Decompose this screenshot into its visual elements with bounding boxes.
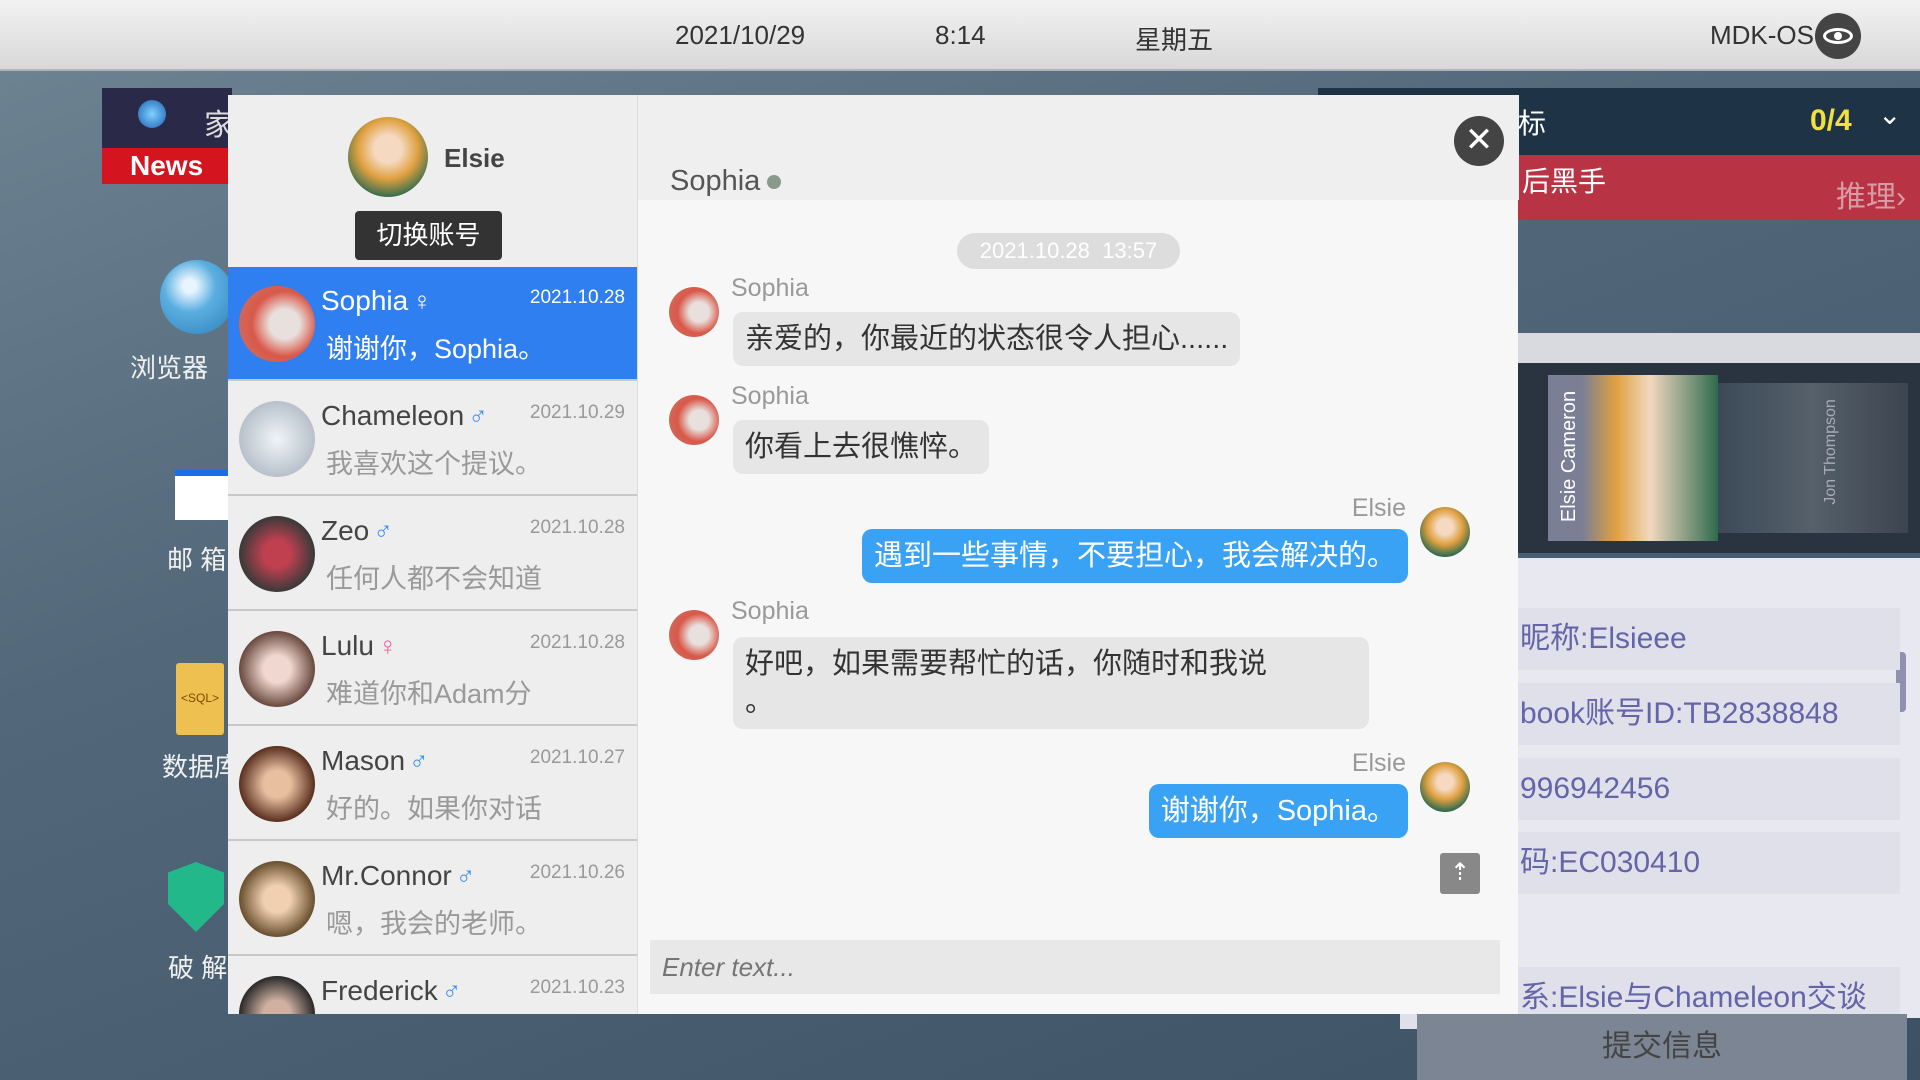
contact-item[interactable]: Chameleon ♂ 2021.10.29 我喜欢这个提议。 [228, 382, 637, 496]
contact-name: Chameleon [321, 400, 465, 431]
contact-preview: 好的。如果你对话 [326, 794, 542, 824]
contact-avatar [239, 286, 315, 362]
chevron-down-icon[interactable]: ⌄ [1878, 98, 1901, 131]
contact-date: 2021.10.26 [529, 862, 625, 883]
male-icon: ♂ [455, 861, 476, 891]
contact-preview: 任何人都不会知道 [326, 564, 542, 594]
contact-date: 2021.10.28 [529, 517, 625, 538]
task-panel: 标 0/4 ⌄ 后黑手 推理› Elsie Cameron Jon Thomps… [1318, 88, 1920, 1080]
contact-name: Mason [321, 745, 406, 776]
male-icon: ♂ [468, 401, 488, 431]
weekday: 星期五 [1135, 25, 1214, 55]
desktop-icon-crack[interactable]: 破 解 [168, 862, 227, 985]
message-input[interactable] [650, 940, 1500, 994]
status-bar: 2021/10/29 8:14 星期五 MDK-OS [0, 0, 1920, 71]
chat-title: Sophia [670, 165, 761, 197]
message-bubble: 你看上去很憔悴。 [733, 420, 990, 474]
online-status-dot [767, 175, 781, 189]
account-avatar [348, 117, 428, 197]
globe-icon [160, 260, 234, 334]
news-widget[interactable]: 家 News [102, 88, 234, 184]
message-bubble: 好吧，如果需要帮忙的话，你随时和我说 。 [733, 637, 1369, 729]
contact-item[interactable]: Lulu ♀ 2021.10.28 难道你和Adam分 [228, 612, 637, 726]
contact-avatar [239, 976, 315, 1014]
male-icon: ♂ [373, 516, 393, 546]
contact-name: Frederick [321, 975, 438, 1006]
contact-item[interactable]: Mr.Connor ♂ 2021.10.26 嗯，我会的老师。 [228, 842, 637, 956]
my-avatar [1420, 762, 1470, 812]
sender-avatar [669, 287, 719, 337]
contact-date: 2021.10.23 [529, 977, 625, 998]
chat-panel: Sophia ✕ 2021.10.28 13:57 Sophia 亲爱的，你最近的… [637, 95, 1519, 1014]
globe-icon [138, 100, 166, 128]
contact-preview: 我喜欢这个提议。 [326, 449, 542, 479]
desktop-icon-browser[interactable]: 浏览器 [130, 260, 234, 385]
sender-name: Sophia [731, 597, 809, 625]
contact-name: Zeo [321, 515, 370, 546]
contact-date: 2021.10.28 [529, 287, 625, 308]
message-bubble: 亲爱的，你最近的状态很令人担心...... [733, 312, 1241, 366]
switch-account-button[interactable]: 切换账号 [355, 211, 502, 260]
news-label: News [102, 148, 232, 184]
contact-item[interactable]: Mason ♂ 2021.10.27 好的。如果你对话 [228, 727, 637, 841]
progress-count: 0/4 [1810, 104, 1852, 137]
female-icon: ♀ [377, 631, 398, 661]
shield-key-icon [168, 862, 224, 932]
arrow-up-icon: ⇡ [1449, 859, 1471, 886]
account-name: Elsie [444, 143, 505, 173]
contact-avatar [239, 401, 315, 477]
close-button[interactable]: ✕ [1454, 116, 1504, 166]
message-bubble: 遇到一些事情，不要担心，我会解决的。 [861, 529, 1408, 583]
time: 8:14 [935, 20, 986, 50]
female-icon: ♀ [412, 286, 432, 316]
scroll-to-top-button[interactable]: ⇡ [1440, 853, 1480, 894]
sender-name: Sophia [731, 274, 809, 302]
timestamp-pill: 2021.10.28 13:57 [957, 233, 1180, 269]
sender-name: Elsie [1351, 494, 1406, 522]
contact-avatar [239, 861, 315, 937]
contact-preview: 难道你和Adam分 [326, 679, 532, 709]
male-icon: ♂ [409, 746, 429, 776]
portrait-strip[interactable]: Elsie Cameron Jon Thompson [1518, 363, 1920, 553]
contact-name: Mr.Connor [321, 860, 452, 891]
contact-avatar [239, 631, 315, 707]
male-icon: ♂ [441, 976, 462, 1006]
contact-date: 2021.10.28 [529, 632, 625, 653]
close-icon: ✕ [1464, 121, 1494, 159]
contact-name: Lulu [321, 630, 374, 661]
sql-file-icon: <SQL> [176, 663, 224, 735]
eye-icon [1815, 13, 1861, 59]
message-bubble: 谢谢你，Sophia。 [1148, 784, 1408, 838]
sender-avatar [669, 610, 719, 660]
contacts-panel: Elsie 切换账号 Sophia ♀ 2021.10.28 谢谢你，Sophia… [228, 95, 637, 1014]
reason-button[interactable]: 推理› [1836, 172, 1906, 216]
contact-date: 2021.10.27 [529, 747, 625, 768]
contact-preview: 谢谢你，Sophia。 [326, 334, 546, 364]
contact-item[interactable]: Frederick ♂ 2021.10.23 [228, 957, 637, 1014]
date: 2021/10/29 [675, 20, 806, 50]
contact-item[interactable]: Sophia ♀ 2021.10.28 谢谢你，Sophia。 [228, 267, 637, 381]
contact-name: Sophia [321, 285, 409, 316]
my-avatar [1420, 507, 1470, 557]
sender-avatar [669, 395, 719, 445]
contact-date: 2021.10.29 [529, 402, 625, 423]
portrait-card[interactable]: Elsie Cameron [1548, 375, 1718, 541]
contact-item[interactable]: Zeo ♂ 2021.10.28 任何人都不会知道 [228, 497, 637, 611]
contact-avatar [239, 516, 315, 592]
contact-preview: 嗯，我会的老师。 [326, 909, 542, 939]
submit-button[interactable]: 提交信息 [1417, 1014, 1907, 1080]
contact-avatar [239, 746, 315, 822]
sender-name: Elsie [1351, 749, 1406, 777]
os-name: MDK-OS [1710, 20, 1814, 50]
sender-name: Sophia [731, 382, 809, 410]
